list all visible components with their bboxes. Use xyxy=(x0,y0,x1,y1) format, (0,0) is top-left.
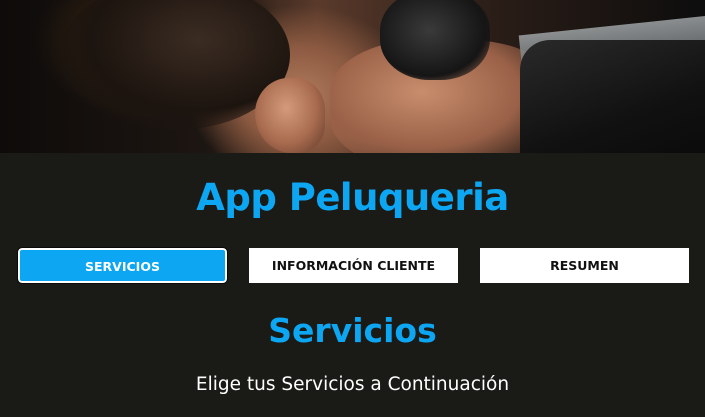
app-page: App Peluqueria SERVICIOS INFORMACIÓN CLI… xyxy=(0,0,705,417)
section-subtitle: Elige tus Servicios a Continuación xyxy=(195,374,510,395)
hero-image xyxy=(0,0,705,153)
app-title: App Peluqueria xyxy=(196,176,509,219)
hero-ear-shape xyxy=(255,78,325,153)
hero-towel-shape xyxy=(520,40,705,153)
tab-informacion-cliente[interactable]: INFORMACIÓN CLIENTE xyxy=(249,248,458,283)
section-title: Servicios xyxy=(268,311,437,350)
tab-resumen[interactable]: RESUMEN xyxy=(480,248,689,283)
tab-servicios[interactable]: SERVICIOS xyxy=(17,247,228,284)
hero-glove-shape xyxy=(380,0,490,80)
tab-navigation: SERVICIOS INFORMACIÓN CLIENTE RESUMEN xyxy=(17,247,689,285)
